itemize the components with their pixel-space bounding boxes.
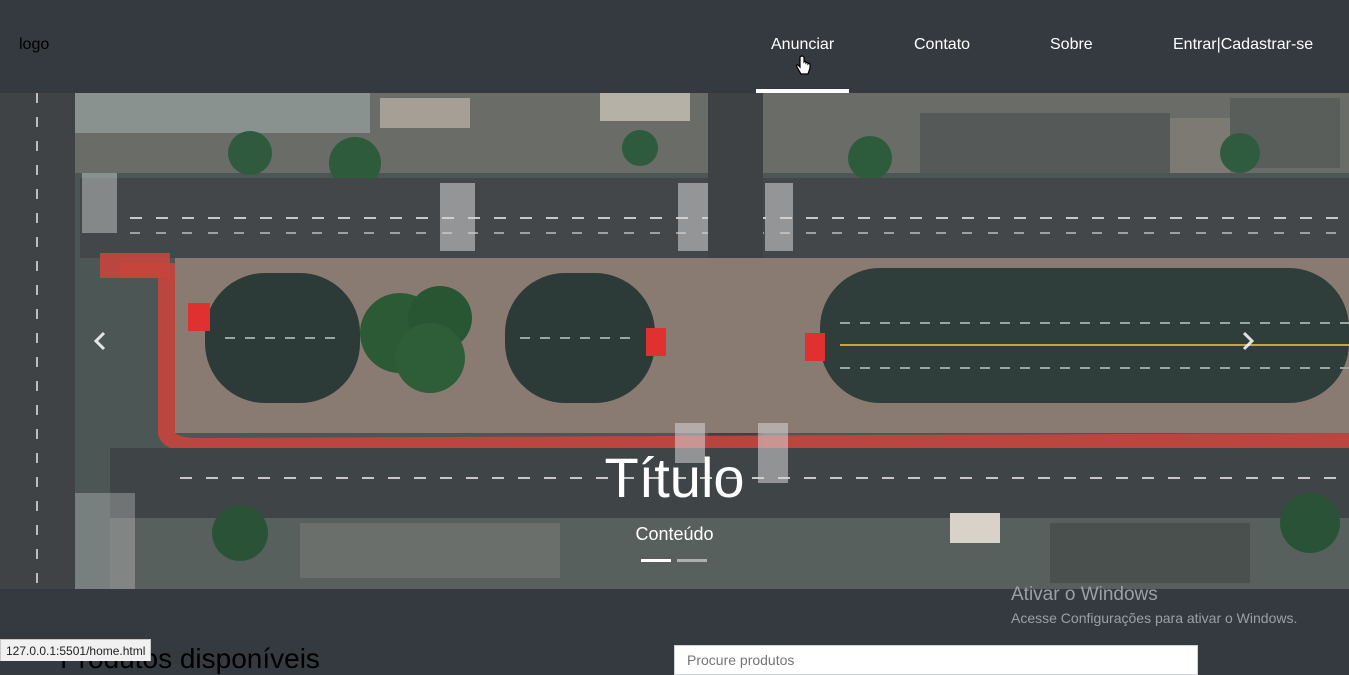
carousel-indicator-1[interactable] [641, 559, 671, 562]
windows-activation-watermark: Ativar o Windows Acesse Configurações pa… [1011, 584, 1297, 628]
chevron-right-icon [1242, 331, 1255, 351]
carousel-title: Título [604, 446, 745, 509]
carousel-content: Conteúdo [635, 524, 714, 544]
navbar: logo Anunciar Contato Sobre Entrar|Cadas… [0, 0, 1349, 93]
carousel-prev-button[interactable] [90, 329, 110, 353]
carousel-next-button[interactable] [1238, 329, 1258, 353]
nav-item-anunciar[interactable]: Anunciar [771, 36, 834, 54]
windows-activation-title: Ativar o Windows [1011, 584, 1158, 605]
aerial-city-image [0, 93, 1349, 589]
hero-carousel: Título Conteúdo [0, 93, 1349, 589]
logo[interactable]: logo [19, 36, 49, 54]
nav-item-entrar-cadastrar[interactable]: Entrar|Cadastrar-se [1173, 36, 1313, 54]
nav-item-sobre[interactable]: Sobre [1050, 36, 1093, 54]
chevron-left-icon [93, 331, 106, 351]
carousel-indicator-2[interactable] [677, 559, 707, 562]
windows-activation-subtitle: Acesse Configurações para ativar o Windo… [1011, 610, 1298, 626]
nav-item-contato[interactable]: Contato [914, 36, 970, 54]
status-bar-url: 127.0.0.1:5501/home.html [0, 639, 152, 661]
product-search-input[interactable] [674, 645, 1198, 675]
hand-cursor-icon [796, 55, 811, 75]
